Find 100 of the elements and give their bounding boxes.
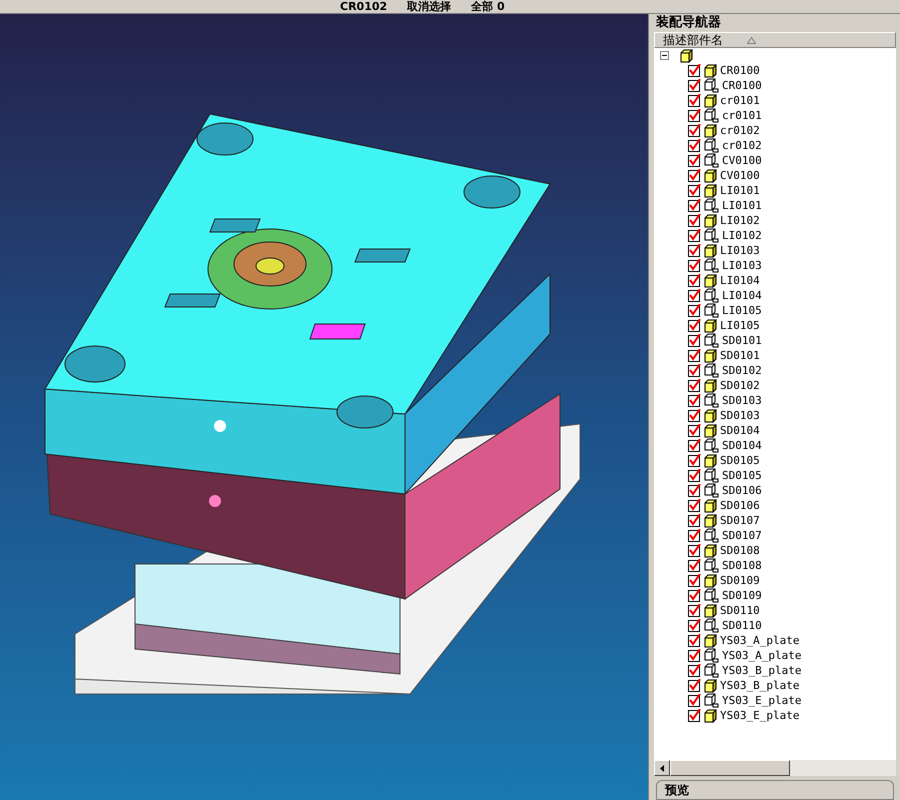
part-name[interactable]: SD0107 xyxy=(722,529,762,542)
part-name[interactable]: LI0105 xyxy=(720,319,760,332)
checked-checkbox-icon[interactable] xyxy=(688,364,701,377)
checked-checkbox-icon[interactable] xyxy=(688,304,701,317)
part-name[interactable]: YS03_A_plate xyxy=(720,634,800,647)
checked-checkbox-icon[interactable] xyxy=(688,184,701,197)
checked-checkbox-icon[interactable] xyxy=(688,379,701,392)
part-name[interactable]: SD0110 xyxy=(722,619,762,632)
checked-checkbox-icon[interactable] xyxy=(688,439,701,452)
checked-checkbox-icon[interactable] xyxy=(688,94,701,107)
checked-checkbox-icon[interactable] xyxy=(688,559,701,572)
part-name[interactable]: YS03_E_plate xyxy=(720,709,800,722)
part-name[interactable]: LI0102 xyxy=(722,229,762,242)
checked-checkbox-icon[interactable] xyxy=(688,139,701,152)
checked-checkbox-icon[interactable] xyxy=(688,274,701,287)
part-name[interactable]: cr0101 xyxy=(722,109,762,122)
part-name[interactable]: SD0110 xyxy=(720,604,760,617)
part-name[interactable]: CV0100 xyxy=(720,169,760,182)
scroll-thumb[interactable] xyxy=(670,760,790,776)
part-name[interactable]: SD0102 xyxy=(720,379,760,392)
part-name[interactable]: SD0107 xyxy=(720,514,760,527)
part-name[interactable]: SD0102 xyxy=(722,364,762,377)
part-name[interactable]: CR0100 xyxy=(720,64,760,77)
checked-checkbox-icon[interactable] xyxy=(688,499,701,512)
part-name[interactable]: YS03_B_plate xyxy=(722,664,802,677)
preview-tab[interactable]: 预览 xyxy=(656,780,894,800)
part-name[interactable]: SD0106 xyxy=(722,484,762,497)
checked-checkbox-icon[interactable] xyxy=(688,79,701,92)
checked-checkbox-icon[interactable] xyxy=(688,694,701,707)
part-name[interactable]: SD0105 xyxy=(720,454,760,467)
checked-checkbox-icon[interactable] xyxy=(688,454,701,467)
checked-checkbox-icon[interactable] xyxy=(688,64,701,77)
solid-cube-icon xyxy=(680,48,693,62)
part-name[interactable]: SD0104 xyxy=(722,439,762,452)
part-name[interactable]: YS03_E_plate xyxy=(722,694,802,707)
part-name[interactable]: LI0104 xyxy=(722,289,762,302)
checked-checkbox-icon[interactable] xyxy=(688,544,701,557)
part-name[interactable]: SD0108 xyxy=(722,559,762,572)
checked-checkbox-icon[interactable] xyxy=(688,589,701,602)
checked-checkbox-icon[interactable] xyxy=(688,514,701,527)
checked-checkbox-icon[interactable] xyxy=(688,634,701,647)
part-name[interactable]: SD0103 xyxy=(722,394,762,407)
checked-checkbox-icon[interactable] xyxy=(688,484,701,497)
checked-checkbox-icon[interactable] xyxy=(688,394,701,407)
checked-checkbox-icon[interactable] xyxy=(688,289,701,302)
part-name[interactable]: cr0101 xyxy=(720,94,760,107)
part-name[interactable]: LI0105 xyxy=(722,304,762,317)
column-header[interactable]: 描述部件名 xyxy=(654,32,896,48)
checked-checkbox-icon[interactable] xyxy=(688,124,701,137)
checked-checkbox-icon[interactable] xyxy=(688,154,701,167)
part-name[interactable]: SD0109 xyxy=(722,589,762,602)
checked-checkbox-icon[interactable] xyxy=(688,109,701,122)
part-name[interactable]: cr0102 xyxy=(720,124,760,137)
checked-checkbox-icon[interactable] xyxy=(688,679,701,692)
part-name[interactable]: SD0101 xyxy=(722,334,762,347)
checked-checkbox-icon[interactable] xyxy=(688,469,701,482)
part-name[interactable]: LI0103 xyxy=(720,244,760,257)
left-arrow-icon xyxy=(660,764,664,772)
part-name[interactable]: LI0103 xyxy=(722,259,762,272)
part-name[interactable]: cr0102 xyxy=(722,139,762,152)
checked-checkbox-icon[interactable] xyxy=(688,169,701,182)
part-name[interactable]: LI0104 xyxy=(720,274,760,287)
checked-checkbox-icon[interactable] xyxy=(688,409,701,422)
collapse-icon[interactable] xyxy=(660,51,669,60)
checked-checkbox-icon[interactable] xyxy=(688,574,701,587)
checked-checkbox-icon[interactable] xyxy=(688,619,701,632)
part-name[interactable]: SD0101 xyxy=(720,349,760,362)
checked-checkbox-icon[interactable] xyxy=(688,604,701,617)
checked-checkbox-icon[interactable] xyxy=(688,244,701,257)
checked-checkbox-icon[interactable] xyxy=(688,664,701,677)
part-name[interactable]: SD0108 xyxy=(720,544,760,557)
checked-checkbox-icon[interactable] xyxy=(688,349,701,362)
part-name[interactable]: SD0106 xyxy=(720,499,760,512)
part-name[interactable]: SD0105 xyxy=(722,469,762,482)
checked-checkbox-icon[interactable] xyxy=(688,529,701,542)
part-name[interactable]: CV0100 xyxy=(722,154,762,167)
checked-checkbox-icon[interactable] xyxy=(688,649,701,662)
part-name[interactable]: SD0109 xyxy=(720,574,760,587)
sort-triangle-icon xyxy=(747,36,756,44)
horizontal-scrollbar[interactable] xyxy=(654,760,896,776)
part-name[interactable]: LI0102 xyxy=(720,214,760,227)
part-name[interactable]: YS03_A_plate xyxy=(722,649,802,662)
checked-checkbox-icon[interactable] xyxy=(688,229,701,242)
part-name[interactable]: LI0101 xyxy=(720,184,760,197)
panel-title: 装配导航器 xyxy=(655,14,722,32)
part-name[interactable]: LI0101 xyxy=(722,199,762,212)
part-name[interactable]: SD0104 xyxy=(720,424,760,437)
toolbar-label: CR0102 xyxy=(340,1,388,13)
part-name[interactable]: YS03_B_plate xyxy=(720,679,800,692)
checked-checkbox-icon[interactable] xyxy=(688,334,701,347)
checked-checkbox-icon[interactable] xyxy=(688,199,701,212)
checked-checkbox-icon[interactable] xyxy=(688,259,701,272)
scroll-left-button[interactable] xyxy=(654,760,670,776)
checked-checkbox-icon[interactable] xyxy=(688,214,701,227)
part-name[interactable]: CR0100 xyxy=(722,79,762,92)
checked-checkbox-icon[interactable] xyxy=(688,319,701,332)
toolbar-label: 取消选择 xyxy=(407,1,452,13)
part-name[interactable]: SD0103 xyxy=(720,409,760,422)
checked-checkbox-icon[interactable] xyxy=(688,424,701,437)
checked-checkbox-icon[interactable] xyxy=(688,709,701,722)
